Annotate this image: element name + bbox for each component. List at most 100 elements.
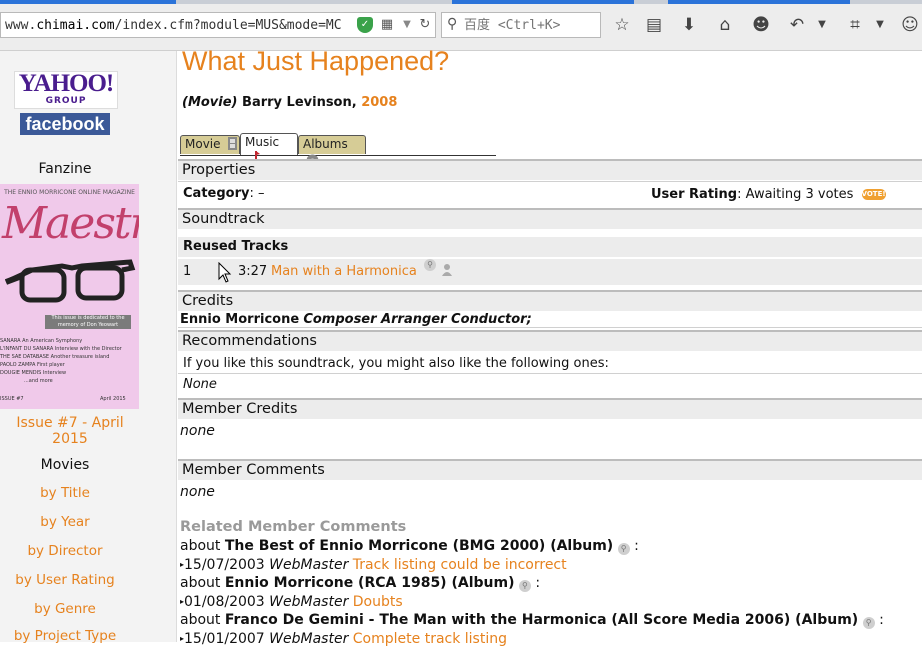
related-about-row: about Ennio Morricone (RCA 1985) (Album)… xyxy=(180,575,541,592)
user-rating: User Rating: Awaiting 3 votes VOTE! xyxy=(651,187,886,202)
about-label: about xyxy=(180,612,221,628)
browser-tab[interactable] xyxy=(452,0,634,4)
url-text[interactable]: www.chimai.com/index.cfm?module=MUS&mode… xyxy=(5,18,351,33)
track-row: 1 3:27 Man with a Harmonica ⚲ xyxy=(178,259,922,285)
url-domain: chimai.com xyxy=(36,18,115,33)
tab-albums[interactable]: Albums xyxy=(298,135,366,167)
movies-by-director-link[interactable]: by Director xyxy=(0,543,130,559)
yahoo-logo-text: YAHOO! xyxy=(18,70,114,97)
crop-icon[interactable]: ⌗ xyxy=(843,13,867,37)
album-search-icon[interactable]: ⚲ xyxy=(518,580,531,592)
cover-date: April 2015 xyxy=(100,396,126,402)
divider xyxy=(178,373,922,374)
search-input[interactable] xyxy=(464,15,596,35)
category-row: Category: – xyxy=(183,186,264,201)
comment-user: WebMaster xyxy=(269,631,349,647)
movies-by-user-rating-link[interactable]: by User Rating xyxy=(0,572,130,588)
comment-date: 15/01/2007 xyxy=(184,631,265,647)
vote-badge-icon[interactable]: VOTE! xyxy=(861,189,886,200)
track-title-link[interactable]: Man with a Harmonica xyxy=(271,259,417,285)
credit-name-link[interactable]: Ennio Morricone xyxy=(180,312,299,327)
comment-link[interactable]: Complete track listing xyxy=(353,631,507,647)
director-name[interactable]: Barry Levinson, xyxy=(242,95,357,110)
related-about-row: about Franco De Gemini - The Man with th… xyxy=(180,612,884,629)
url-path: /index.cfm?module=MUS&mode=MC xyxy=(114,18,342,33)
qr-code-icon[interactable]: ▦ xyxy=(379,17,395,33)
recommendations-header: Recommendations xyxy=(178,330,922,351)
credit-row: Ennio Morricone Composer Arranger Conduc… xyxy=(180,312,532,327)
address-bar[interactable]: www.chimai.com/index.cfm?module=MUS&mode… xyxy=(0,12,436,38)
comment-user: WebMaster xyxy=(269,594,349,610)
crop-dropdown-icon[interactable]: ▼ xyxy=(868,13,892,37)
comment-user: WebMaster xyxy=(269,557,349,573)
track-person-icon[interactable] xyxy=(442,259,452,285)
browser-toolbar: www.chimai.com/index.cfm?module=MUS&mode… xyxy=(0,0,922,51)
album-link[interactable]: The Best of Ennio Morricone (BMG 2000) (… xyxy=(225,538,613,554)
member-comments-value: none xyxy=(180,484,215,500)
recommendations-value: None xyxy=(183,377,217,392)
tab-albums-label: Albums xyxy=(303,137,348,151)
search-box[interactable]: ⚲ xyxy=(441,12,601,38)
chevron-down-icon[interactable]: ▼ xyxy=(399,17,415,33)
fanzine-issue-link[interactable]: Issue #7 - April 2015 xyxy=(0,415,140,447)
download-icon[interactable]: ⬇ xyxy=(677,13,701,37)
album-link[interactable]: Ennio Morricone (RCA 1985) (Album) xyxy=(225,575,515,591)
reload-icon[interactable]: ↻ xyxy=(417,17,433,33)
properties-header: Properties xyxy=(178,159,922,180)
movies-heading: Movies xyxy=(40,457,90,473)
related-about-row: about The Best of Ennio Morricone (BMG 2… xyxy=(180,538,639,555)
cover-header: THE ENNIO MORRICONE ONLINE MAGAZINE xyxy=(4,189,135,196)
divider xyxy=(178,327,922,328)
tab-strip xyxy=(0,0,922,4)
glasses-illustration xyxy=(4,259,136,303)
comment-date: 15/07/2003 xyxy=(184,557,265,573)
cover-line: L'INFANT DU SANARA Interview with the Di… xyxy=(0,346,122,352)
bookmark-star-icon[interactable]: ☆ xyxy=(610,13,634,37)
comment-link[interactable]: Doubts xyxy=(353,594,403,610)
cover-line: THE SAE DATABASE Another treasure island xyxy=(0,354,110,360)
credit-roles: Composer Arranger Conductor; xyxy=(303,312,532,327)
chat-bubble-icon[interactable]: ☺ xyxy=(898,13,922,37)
divider xyxy=(178,181,922,182)
cover-title: Maestro xyxy=(2,198,139,249)
tab-movie[interactable]: Movie xyxy=(180,135,240,154)
comment-entry: ▸15/07/2003 WebMaster Track listing coul… xyxy=(180,557,567,573)
movie-kind: (Movie) xyxy=(182,95,238,110)
comment-link[interactable]: Track listing could be incorrect xyxy=(353,557,567,573)
fanzine-cover-image[interactable]: THE ENNIO MORRICONE ONLINE MAGAZINE Maes… xyxy=(0,184,139,409)
soundtrack-header: Soundtrack xyxy=(178,208,922,229)
cover-line: ...and more xyxy=(24,378,53,384)
movies-by-title-link[interactable]: by Title xyxy=(0,485,130,501)
browser-tab[interactable] xyxy=(0,0,176,4)
page-title: What Just Happened? xyxy=(182,46,450,76)
tab-music[interactable]: Music xyxy=(240,133,298,166)
year-link[interactable]: 2008 xyxy=(361,95,397,110)
reading-list-icon[interactable]: ▤ xyxy=(642,13,666,37)
track-duration: 3:27 xyxy=(238,264,268,279)
album-search-icon[interactable]: ⚲ xyxy=(617,543,630,555)
album-search-icon[interactable]: ⚲ xyxy=(862,617,875,629)
undo-dropdown-icon[interactable]: ▼ xyxy=(810,13,834,37)
home-icon[interactable]: ⌂ xyxy=(713,13,737,37)
shield-icon[interactable]: ✓ xyxy=(357,17,373,33)
cover-dedication: This issue is dedicated to the memory of… xyxy=(45,315,131,329)
user-rating-value: : Awaiting 3 votes xyxy=(737,187,854,202)
movies-by-year-link[interactable]: by Year xyxy=(0,514,130,530)
reused-tracks-label: Reused Tracks xyxy=(178,237,922,257)
track-number: 1 xyxy=(183,264,192,279)
movies-by-genre-link[interactable]: by Genre xyxy=(0,601,130,617)
browser-tab[interactable] xyxy=(668,0,850,4)
album-link[interactable]: Franco De Gemini - The Man with the Harm… xyxy=(225,612,858,628)
chat-icon[interactable]: ☻ xyxy=(749,13,773,37)
member-credits-value: none xyxy=(180,423,215,439)
tab-movie-label: Movie xyxy=(185,137,221,151)
facebook-logo[interactable]: facebook xyxy=(20,113,110,135)
recommendations-intro: If you like this soundtrack, you might a… xyxy=(183,356,609,371)
undo-icon[interactable]: ↶ xyxy=(785,13,809,37)
mouse-cursor-icon xyxy=(218,262,232,283)
cover-issue: ISSUE #7 xyxy=(0,396,24,402)
member-comments-header: Member Comments xyxy=(178,459,922,480)
left-sidebar: YAHOO! GROUP facebook Fanzine THE ENNIO … xyxy=(0,51,177,644)
yahoo-groups-logo[interactable]: YAHOO! GROUP xyxy=(14,71,118,109)
main-content: What Just Happened? (Movie) Barry Levins… xyxy=(178,46,922,647)
